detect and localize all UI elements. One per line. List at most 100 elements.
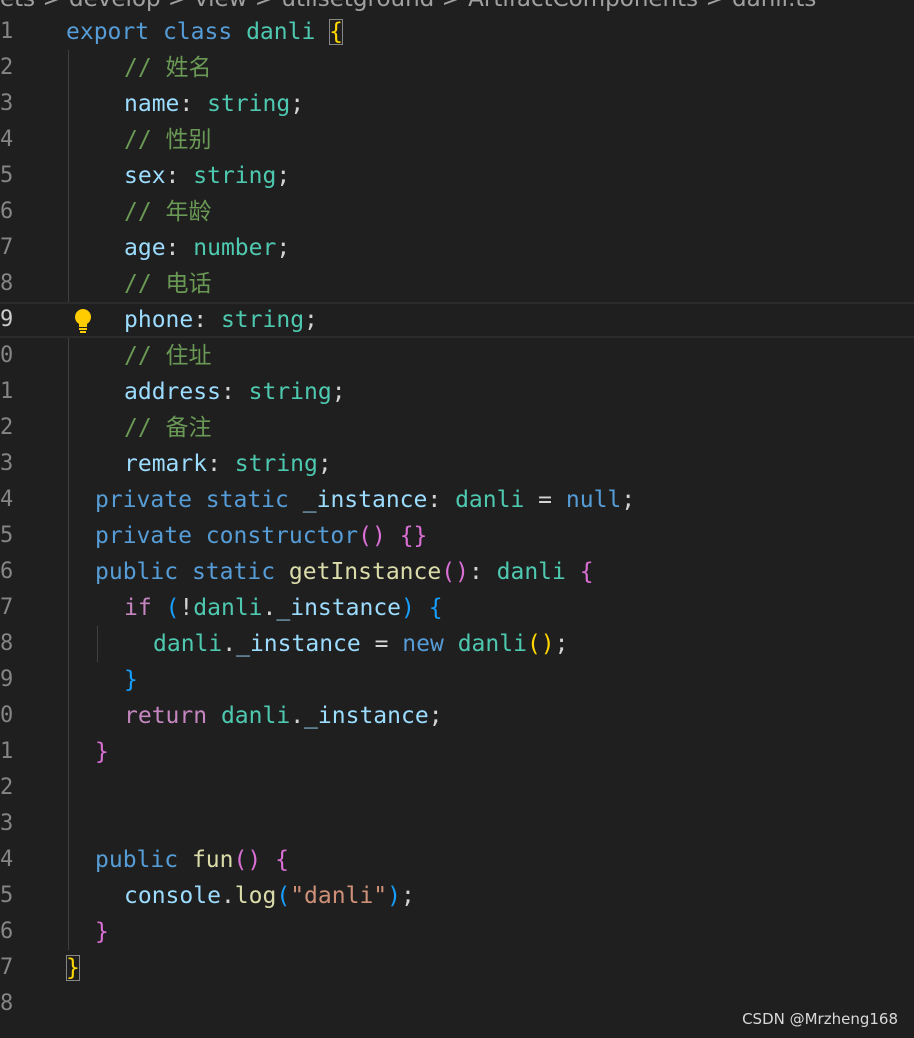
code-line[interactable]: 7 age: number; xyxy=(0,230,914,266)
code-token: ; xyxy=(276,163,291,189)
code-line[interactable]: 5 console.log("danli"); xyxy=(0,878,914,914)
code-line[interactable]: 5 sex: string; xyxy=(0,158,914,194)
code-editor[interactable]: 1 export class danli {2// 姓名 3 name: string… xyxy=(0,14,914,1022)
code-token: ! xyxy=(179,595,194,621)
code-line[interactable]: 1 address: string; xyxy=(0,374,914,410)
line-number: 0 xyxy=(0,703,14,728)
code-line[interactable]: 2 xyxy=(0,770,914,806)
code-token: ( xyxy=(165,595,180,621)
indent-guide xyxy=(68,806,69,842)
code-token: log xyxy=(234,883,277,909)
code-line[interactable]: 0 return danli._instance; xyxy=(0,698,914,734)
line-number: 8 xyxy=(0,631,14,656)
code-line[interactable]: 5 private constructor() {} xyxy=(0,518,914,554)
line-number: 4 xyxy=(0,127,14,152)
code-text: // 住址 xyxy=(124,338,212,374)
code-token: . xyxy=(222,631,237,657)
code-line[interactable]: 7 if (!danli._instance) { xyxy=(0,590,914,626)
code-token: age xyxy=(124,235,166,261)
code-text: console.log("danli"); xyxy=(124,878,415,914)
indent-guide xyxy=(68,374,69,410)
code-line[interactable]: 8 danli._instance = new danli(); xyxy=(0,626,914,662)
indent-guide xyxy=(68,410,69,446)
indent-guide xyxy=(68,878,69,914)
code-line[interactable]: 2 // 姓名 xyxy=(0,50,914,86)
code-text: remark: string; xyxy=(124,446,332,482)
code-token: { xyxy=(275,847,289,873)
code-token: : xyxy=(468,559,497,585)
code-line[interactable]: 9 phone: string; xyxy=(0,302,914,338)
line-number: 2 xyxy=(0,775,14,800)
code-text: // 年龄 xyxy=(124,194,212,230)
code-line[interactable]: 3 remark: string; xyxy=(0,446,914,482)
code-token: = xyxy=(360,631,403,657)
line-number: 4 xyxy=(0,487,14,512)
code-text: // 电话 xyxy=(124,266,212,302)
code-line[interactable]: 4 // 性别 xyxy=(0,122,914,158)
code-line[interactable]: 9} xyxy=(0,662,914,698)
code-line[interactable]: 3 xyxy=(0,806,914,842)
code-line[interactable]: 4 public fun() { xyxy=(0,842,914,878)
code-token: constructor xyxy=(205,523,359,549)
line-number: 1 xyxy=(0,739,14,764)
code-token: . xyxy=(290,703,305,729)
code-token: public xyxy=(95,847,179,873)
code-token: } xyxy=(95,919,109,945)
indent-guide xyxy=(68,842,69,878)
code-text: danli._instance = new danli(); xyxy=(153,626,569,662)
code-text: public fun() { xyxy=(95,842,289,878)
code-text: age: number; xyxy=(124,230,290,266)
code-token: ( xyxy=(276,883,291,909)
line-number: 5 xyxy=(0,163,14,188)
code-token: ; xyxy=(276,235,291,261)
line-number: 9 xyxy=(0,307,14,332)
line-number: 7 xyxy=(0,235,14,260)
code-token: () xyxy=(441,559,469,585)
code-token: : xyxy=(193,307,221,333)
code-token: ) xyxy=(387,883,401,909)
code-line[interactable]: 6 // 年龄 xyxy=(0,194,914,230)
code-token: _instance xyxy=(236,631,361,657)
breadcrumb[interactable]: ets > develop > view > utilsetground > A… xyxy=(0,0,914,12)
code-token: // 电话 xyxy=(124,271,212,297)
code-token: = xyxy=(524,487,566,513)
code-token: class xyxy=(162,19,233,45)
code-token: ; xyxy=(290,91,305,117)
code-line[interactable]: 6 public static getInstance(): danli { xyxy=(0,554,914,590)
line-number: 6 xyxy=(0,199,14,224)
code-text: } xyxy=(66,950,80,986)
code-line[interactable]: 0 // 住址 xyxy=(0,338,914,374)
code-text: phone: string; xyxy=(124,302,318,338)
code-line[interactable]: 7} xyxy=(0,950,914,986)
code-token: number xyxy=(193,235,277,261)
lightbulb-icon[interactable] xyxy=(73,308,93,334)
line-number: 6 xyxy=(0,919,14,944)
code-line[interactable]: 3 name: string; xyxy=(0,86,914,122)
code-text: } xyxy=(95,734,109,770)
code-token: static xyxy=(191,559,276,585)
indent-guide xyxy=(68,914,69,950)
code-token: // 备注 xyxy=(124,415,212,441)
code-line[interactable]: 1 export class danli { xyxy=(0,14,914,50)
code-line[interactable]: 6} xyxy=(0,914,914,950)
indent-guide xyxy=(68,86,69,122)
code-line[interactable]: 4 private static _instance: danli = null; xyxy=(0,482,914,518)
indent-guide xyxy=(68,698,69,734)
indent-guide xyxy=(68,158,69,194)
code-token: : xyxy=(165,163,194,189)
code-line[interactable]: 8 // 电话 xyxy=(0,266,914,302)
line-number: 5 xyxy=(0,883,14,908)
code-text: address: string; xyxy=(124,374,346,410)
line-number: 8 xyxy=(0,271,14,296)
code-token: ; xyxy=(554,631,569,657)
code-line[interactable]: 1} xyxy=(0,734,914,770)
line-number: 9 xyxy=(0,667,14,692)
code-token: // 年龄 xyxy=(124,199,212,225)
code-line[interactable]: 2 // 备注 xyxy=(0,410,914,446)
